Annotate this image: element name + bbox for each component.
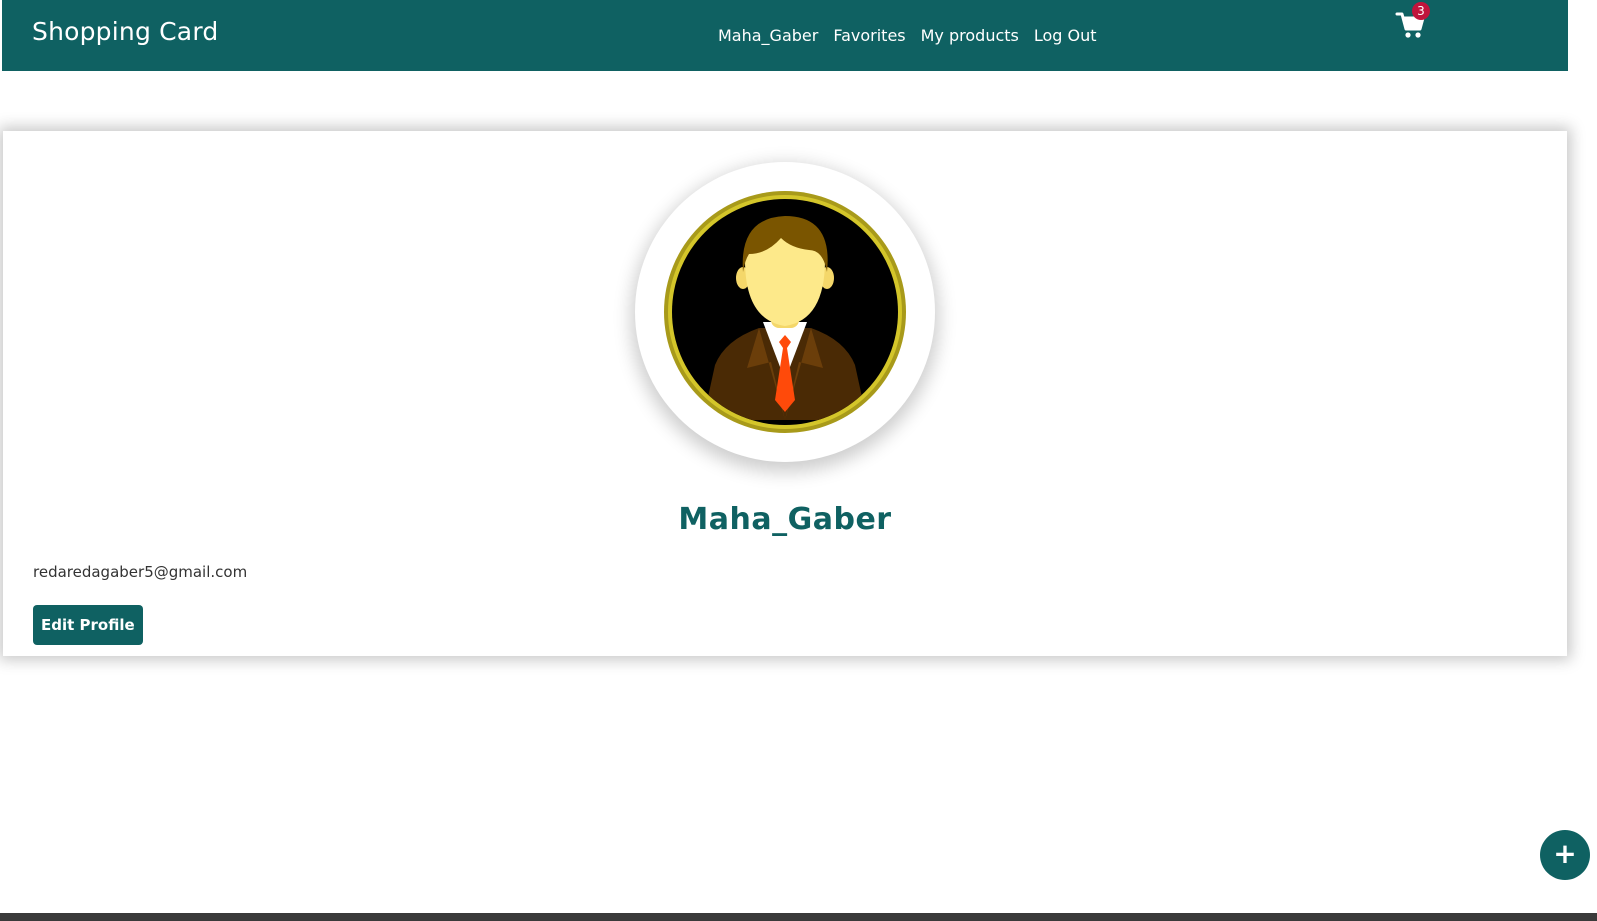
brand-title[interactable]: Shopping Card	[32, 17, 218, 46]
top-navbar: Shopping Card Maha_Gaber Favorites My pr…	[2, 0, 1568, 71]
nav-item-my-products[interactable]: My products	[921, 26, 1019, 45]
add-floating-button[interactable]: +	[1540, 830, 1590, 880]
plus-icon: +	[1553, 837, 1577, 870]
nav-item-username[interactable]: Maha_Gaber	[718, 26, 818, 45]
profile-card: Maha_Gaber redaredagaber5@gmail.com Edit…	[3, 131, 1567, 656]
cart-count-badge: 3	[1412, 2, 1430, 20]
avatar	[635, 162, 935, 462]
profile-username: Maha_Gaber	[678, 502, 892, 537]
nav-links: Maha_Gaber Favorites My products Log Out	[718, 26, 1097, 45]
nav-item-favorites[interactable]: Favorites	[833, 26, 905, 45]
cart-button[interactable]: 3	[1395, 2, 1430, 40]
businessman-avatar-icon	[664, 191, 906, 433]
profile-email: redaredagaber5@gmail.com	[33, 563, 248, 581]
edit-profile-button[interactable]: Edit Profile	[33, 605, 143, 645]
nav-item-log-out[interactable]: Log Out	[1034, 26, 1097, 45]
bottom-bar	[0, 913, 1597, 921]
